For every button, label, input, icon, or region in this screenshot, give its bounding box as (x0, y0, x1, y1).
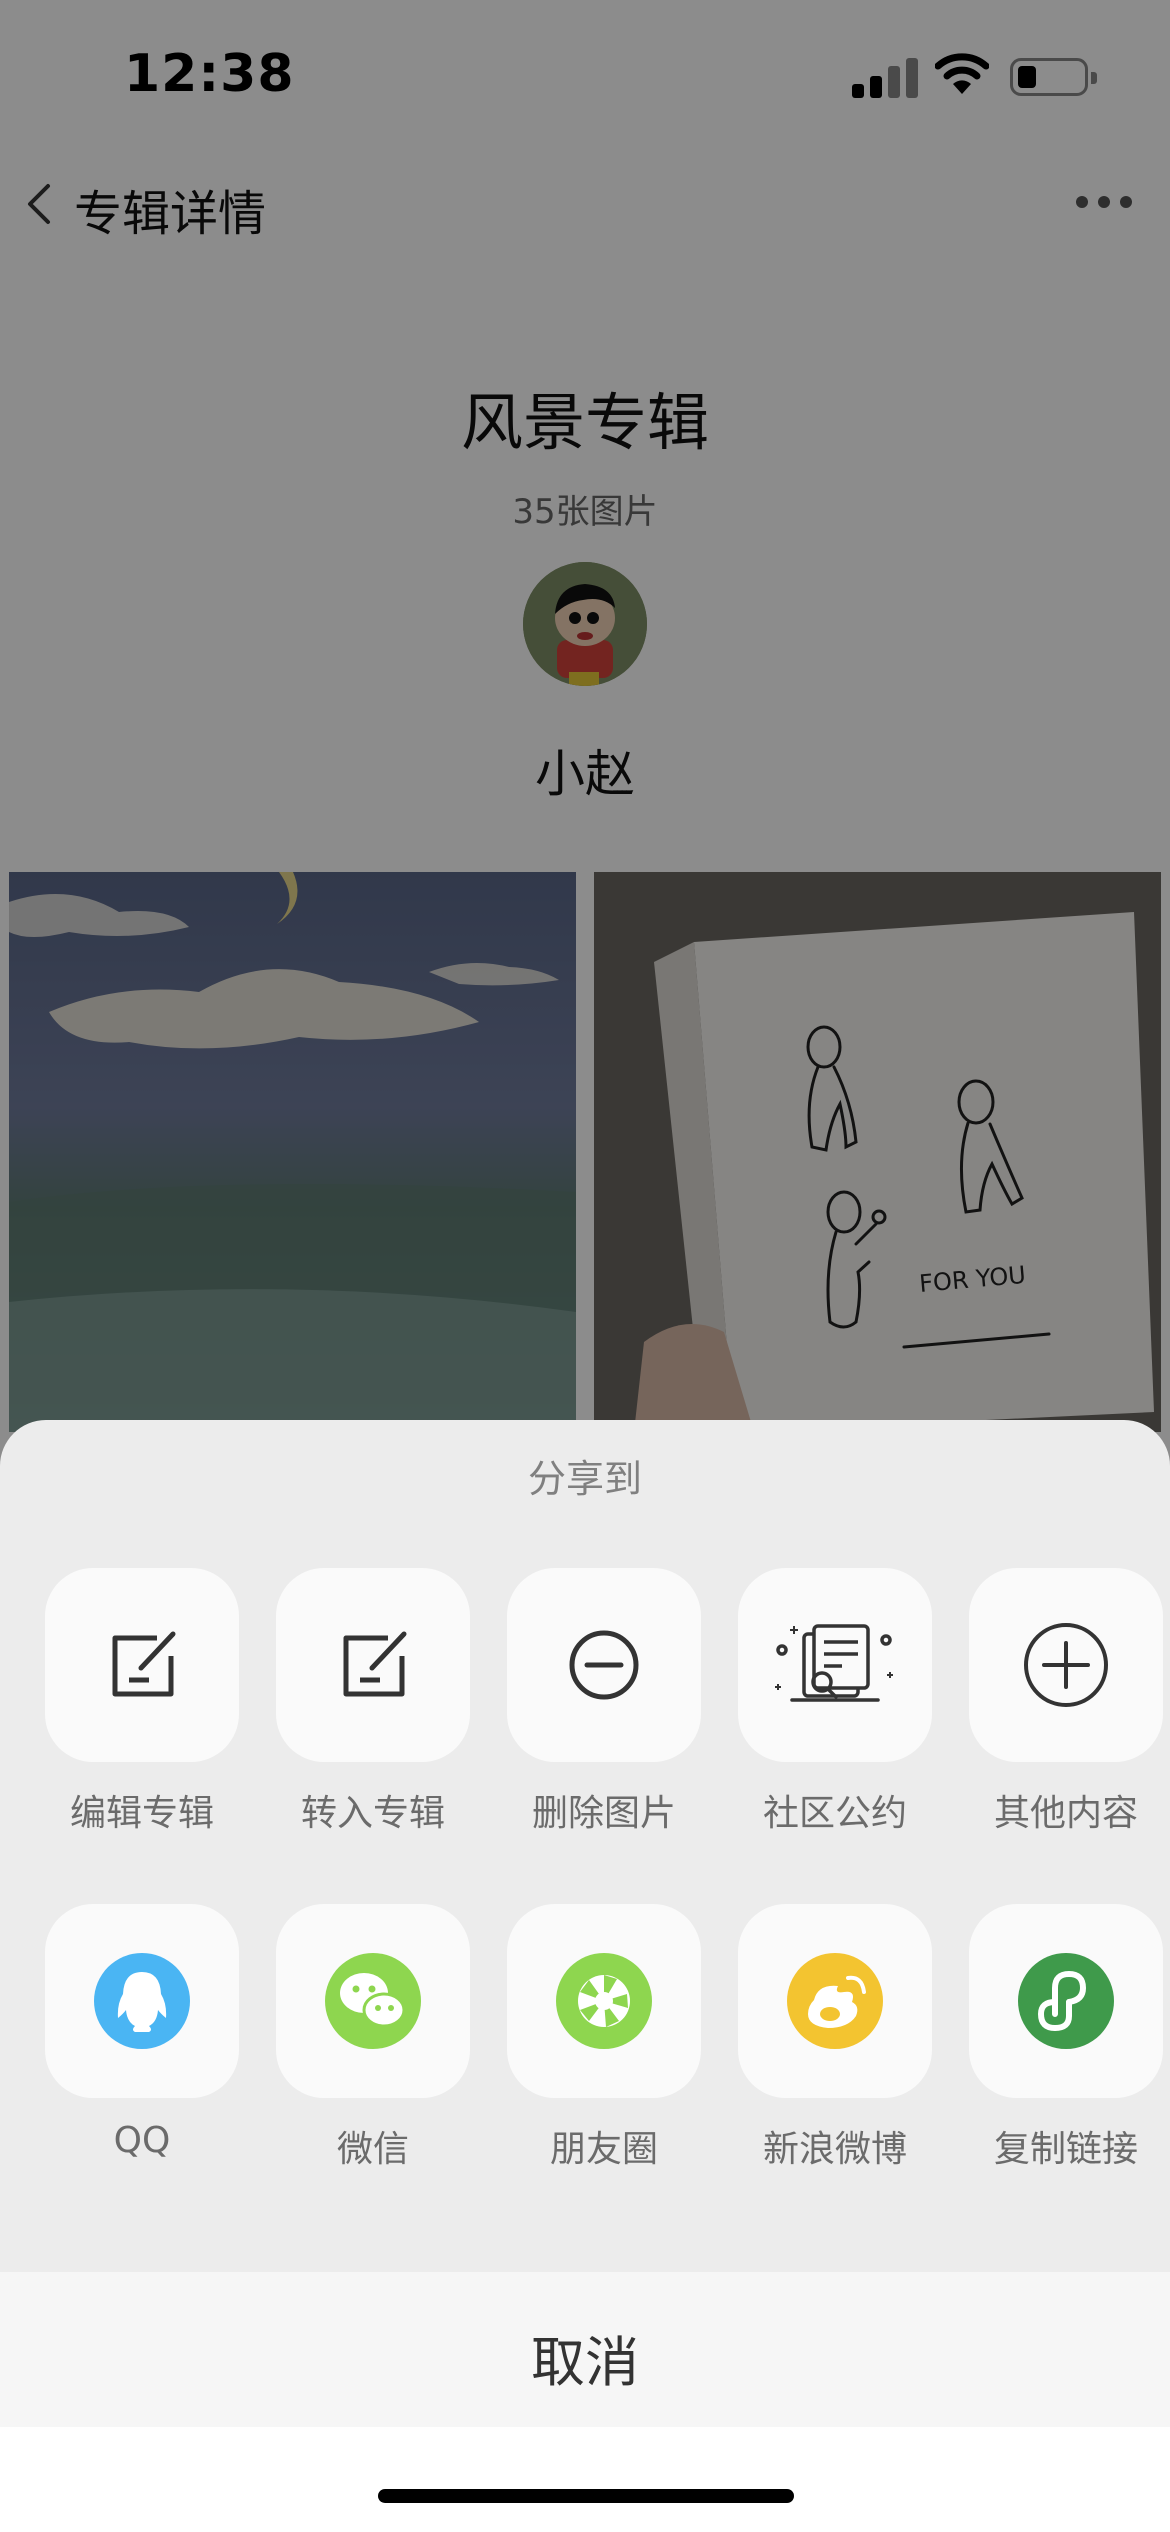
community-rules-icon (775, 1624, 893, 1702)
copy-link-label: 复制链接 (993, 2129, 1138, 2170)
share-wechat-label: 微信 (336, 2129, 409, 2170)
share-weibo-tile[interactable] (738, 1904, 932, 2098)
cancel-button[interactable]: 取消 (0, 2272, 1170, 2427)
community-rules-label: 社区公约 (762, 1793, 907, 1834)
other-content-label: 其他内容 (993, 1793, 1138, 1834)
copy-link-button[interactable]: 复制链接 (969, 1904, 1163, 2172)
move-to-album-button[interactable]: 转入专辑 (276, 1568, 470, 1836)
edit-album-tile[interactable] (45, 1568, 239, 1762)
edit-album-label: 编辑专辑 (69, 1793, 214, 1834)
share-weibo-label: 新浪微博 (762, 2129, 907, 2170)
share-qq-label: QQ (113, 2120, 171, 2161)
plus-circle-icon (1024, 1623, 1108, 1707)
share-moments-button[interactable]: 朋友圈 (507, 1904, 701, 2172)
copy-link-tile[interactable] (969, 1904, 1163, 2098)
move-to-album-label: 转入专辑 (300, 1793, 445, 1834)
home-indicator-area (0, 2427, 1170, 2532)
other-content-tile[interactable] (969, 1568, 1163, 1762)
mini-program-link-icon (1018, 1953, 1114, 2049)
moments-icon (556, 1953, 652, 2049)
move-to-album-icon (343, 1631, 407, 1697)
share-wechat-tile[interactable] (276, 1904, 470, 2098)
cancel-label: 取消 (531, 2331, 639, 2394)
community-rules-tile[interactable] (738, 1568, 932, 1762)
share-moments-label: 朋友圈 (549, 2129, 658, 2170)
community-rules-button[interactable]: 社区公约 (738, 1568, 932, 1836)
delete-photo-button[interactable]: 删除图片 (507, 1568, 701, 1836)
other-content-button[interactable]: 其他内容 (969, 1568, 1163, 1836)
qq-icon (94, 1953, 190, 2049)
share-wechat-button[interactable]: 微信 (276, 1904, 470, 2172)
weibo-icon (787, 1953, 883, 2049)
home-indicator[interactable] (378, 2489, 794, 2503)
wechat-icon (325, 1953, 421, 2049)
edit-icon (112, 1631, 176, 1697)
minus-circle-icon (569, 1630, 639, 1700)
edit-album-button[interactable]: 编辑专辑 (45, 1568, 239, 1836)
move-to-album-tile[interactable] (276, 1568, 470, 1762)
share-moments-tile[interactable] (507, 1904, 701, 2098)
share-qq-tile[interactable] (45, 1904, 239, 2098)
share-sheet-title: 分享到 (527, 1457, 642, 1501)
share-weibo-button[interactable]: 新浪微博 (738, 1904, 932, 2172)
delete-photo-label: 删除图片 (531, 1793, 676, 1834)
delete-photo-tile[interactable] (507, 1568, 701, 1762)
share-qq-button[interactable]: QQ (45, 1904, 239, 2161)
